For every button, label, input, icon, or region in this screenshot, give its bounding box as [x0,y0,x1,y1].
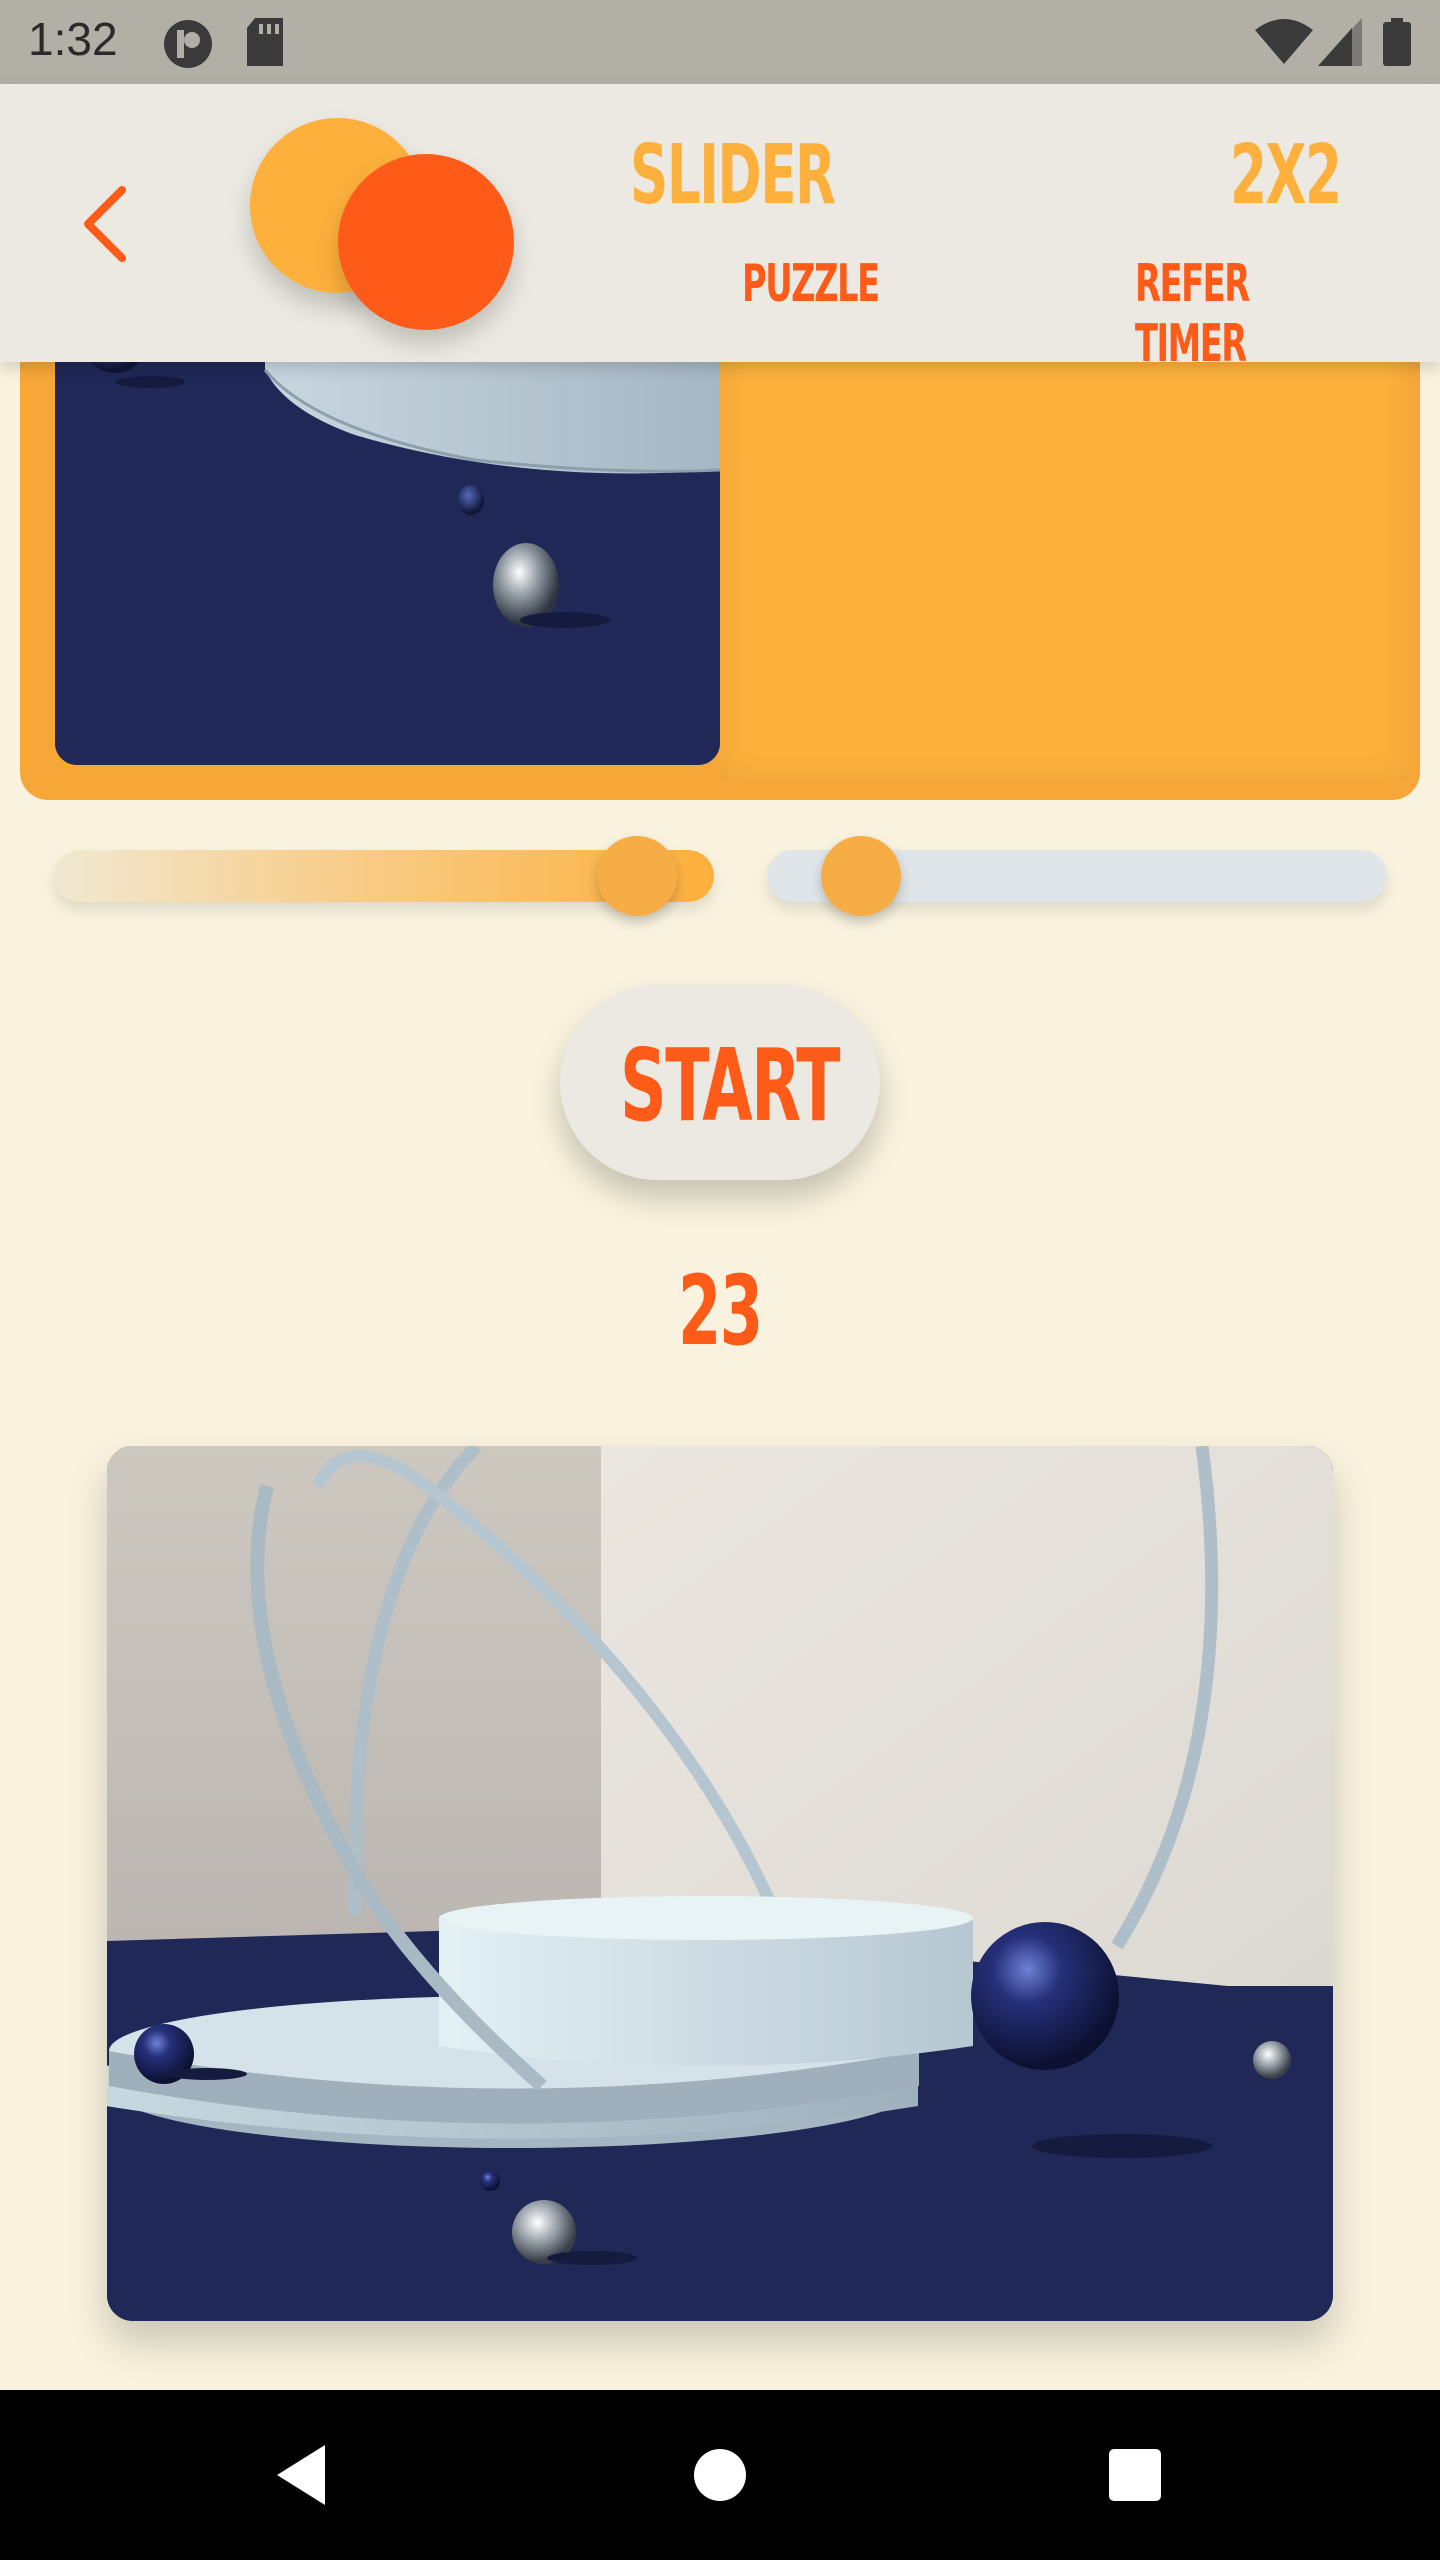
grid-size-label[interactable]: 2X2 [1230,128,1342,223]
system-navigation-bar [0,2390,1440,2560]
sd-card-icon [247,18,283,66]
app-notification-icon [164,20,212,68]
left-slider-knob[interactable] [597,836,678,916]
right-slider[interactable] [767,836,1387,916]
start-button[interactable]: START [560,985,880,1180]
refer-timer-label[interactable]: REFER TIMER [1135,254,1355,374]
nav-home-icon[interactable] [670,2430,770,2520]
cellular-signal-icon [1318,18,1362,66]
app-subtitle: PUZZLE [742,254,880,314]
nav-recents-icon[interactable] [1085,2430,1185,2520]
status-time: 1:32 [28,13,118,65]
app-title: SLIDER [630,128,836,223]
puzzle-board [20,310,1420,800]
puzzle-empty-slot[interactable] [720,310,1410,780]
app-header: SLIDER PUZZLE 2X2 REFER TIMER [0,84,1440,374]
start-button-label: START [620,1027,840,1144]
reference-image [107,1446,1333,2321]
move-counter: 23 [678,1255,763,1367]
wifi-icon [1255,19,1313,64]
back-chevron-icon[interactable] [70,184,140,264]
status-bar: 1:32 [0,0,1440,84]
right-slider-knob[interactable] [821,836,901,916]
left-slider[interactable] [54,836,714,916]
logo-circle-red [338,154,514,330]
battery-icon [1383,18,1411,66]
nav-back-icon[interactable] [255,2430,355,2520]
puzzle-tile[interactable] [55,310,720,765]
